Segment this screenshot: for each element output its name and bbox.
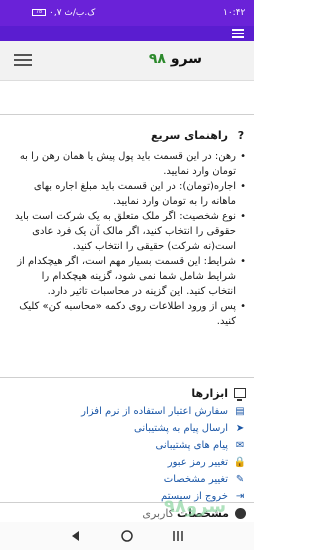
lock-icon: 🔒 — [233, 456, 247, 468]
question-icon: ? — [237, 129, 245, 142]
help-item: رهن: در این قسمت باید پول پیش یا همان ره… — [12, 149, 248, 179]
menu-icon[interactable] — [232, 29, 244, 38]
home-icon[interactable] — [121, 530, 133, 542]
tool-change-password[interactable]: 🔒 تغییر رمز عبور — [8, 454, 246, 470]
menu-toggle-button[interactable] — [14, 54, 32, 68]
divider — [0, 377, 254, 378]
help-title: ? راهنمای سریع — [12, 128, 248, 143]
status-bar: 78 ۰,۷ ک.ب/ث ۱۰:۴۲ — [0, 0, 254, 26]
quick-help: ?راهنمای سریع رهن: در این قسمت باید پول … — [12, 128, 248, 329]
watermark-logo: سرو۹۸ — [164, 496, 227, 517]
brand-logo[interactable]: سرو ۹۸ — [149, 51, 202, 67]
help-list: رهن: در این قسمت باید پول پیش یا همان ره… — [12, 149, 248, 329]
messages-icon: ✉ — [235, 439, 245, 451]
doc-icon: ▤ — [235, 405, 245, 417]
top-navbar — [0, 26, 254, 41]
send-icon: ➤ — [235, 422, 245, 434]
help-item: نوع شخصیت: اگر ملک متعلق به یک شرکت است … — [12, 209, 248, 254]
tool-send-message[interactable]: ➤ ارسال پیام به پشتیبانی — [8, 420, 246, 436]
status-left: 78 ۰,۷ ک.ب/ث — [32, 8, 95, 18]
back-icon[interactable] — [70, 530, 80, 542]
battery-icon: 78 — [32, 9, 46, 16]
system-nav-bar — [0, 522, 254, 550]
status-time: ۱۰:۴۲ — [223, 8, 246, 18]
divider — [0, 114, 254, 115]
tools-header: ابزارها — [8, 384, 246, 402]
tool-edit-profile[interactable]: ✎ تغییر مشخصات — [8, 471, 246, 487]
tools-panel: ابزارها ▤ سفارش اعتبار استفاده از نرم افز… — [8, 384, 246, 504]
brand-header: سرو ۹۸ — [0, 41, 254, 81]
user-icon — [235, 507, 246, 519]
help-item: اجاره(تومان): در این قسمت باید مبلغ اجار… — [12, 179, 248, 209]
monitor-icon — [234, 388, 246, 401]
edit-icon: ✎ — [235, 473, 245, 485]
logout-icon: ⇥ — [235, 490, 245, 502]
tool-support-messages[interactable]: ✉ پیام های پشتیبانی — [8, 437, 246, 453]
help-item: پس از ورود اطلاعات روی دکمه «محاسبه کن» … — [12, 299, 248, 329]
help-item: شرایط: این قسمت بسیار مهم است، اگر هیچکد… — [12, 254, 248, 299]
tool-order-credit[interactable]: ▤ سفارش اعتبار استفاده از نرم افزار — [8, 403, 246, 419]
recents-icon[interactable] — [172, 530, 184, 542]
